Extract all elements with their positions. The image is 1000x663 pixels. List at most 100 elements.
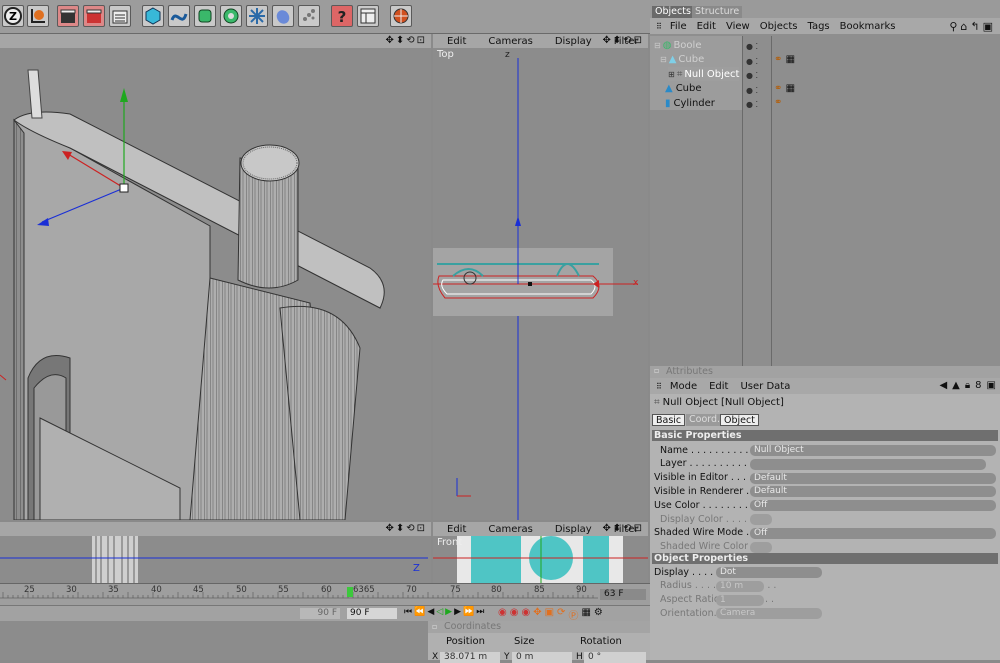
checker-tag-icon: ▦ (785, 83, 796, 94)
attributes-title: Attributes (666, 366, 713, 377)
viewport-menu-cameras[interactable]: Cameras (488, 524, 532, 535)
attr-value-field[interactable]: Null Object (750, 445, 996, 456)
viewport-menu-edit[interactable]: Edit (447, 36, 466, 47)
side-viewport[interactable]: Z (0, 536, 431, 583)
viewport-menu-display[interactable]: Display (555, 36, 592, 47)
menu-mode[interactable]: Mode (670, 381, 697, 392)
attr-value-field[interactable]: Dot (716, 567, 822, 578)
lock-icon[interactable]: 🔒︎ (965, 380, 970, 391)
help-icon[interactable]: ? (331, 5, 353, 27)
menu-edit[interactable]: Edit (709, 381, 728, 392)
object-row-cube-child[interactable]: ⊟ ▲ Cube (660, 52, 704, 66)
back-arrow-icon[interactable]: ◀ (939, 380, 947, 391)
tag-icons-cube[interactable]: ⚭ ▦ (774, 54, 795, 65)
size-y-field[interactable]: 0 m (512, 652, 572, 663)
panel-grip-icon: ▫ (432, 622, 438, 631)
attr-value-field[interactable]: Default (750, 486, 996, 498)
tab-object[interactable]: Object (720, 414, 759, 426)
viewport-nav-icons[interactable]: ✥⬍⟲⊡ (385, 523, 427, 534)
new-window-icon[interactable]: ▣ (983, 20, 996, 33)
axis-x-label: x (633, 278, 639, 288)
object-row-cylinder[interactable]: ▮ Cylinder (662, 96, 715, 110)
position-key-icon[interactable]: ✥ (533, 607, 541, 622)
menu-edit[interactable]: Edit (697, 21, 716, 32)
viewport-menu-display[interactable]: Display (555, 524, 592, 535)
go-start-icon[interactable]: ⏮ (404, 607, 412, 617)
menu-tags[interactable]: Tags (807, 21, 829, 32)
array-icon[interactable] (220, 5, 242, 27)
new-window-icon[interactable]: ▣ (987, 380, 996, 391)
tab-objects[interactable]: Objects (652, 6, 694, 18)
clapper-render-icon[interactable] (83, 5, 105, 27)
play-icon[interactable]: ▶ (445, 607, 452, 617)
tab-structure[interactable]: Structure (692, 6, 743, 18)
scene-icon[interactable] (272, 5, 294, 27)
globe-icon[interactable] (390, 5, 412, 27)
attr-value-field[interactable] (750, 458, 986, 470)
undo-z-icon[interactable]: Z (2, 5, 24, 27)
menu-bookmarks[interactable]: Bookmarks (840, 21, 896, 32)
tab-coord[interactable]: Coord. (686, 414, 724, 426)
timeline[interactable]: 25 30 35 40 45 50 55 60 6365 70 75 80 85 90 63 F (0, 583, 650, 605)
rotation-key-icon[interactable]: ⟳ (557, 607, 565, 622)
attr-value-field[interactable]: Off (750, 500, 996, 512)
grip-icon: ⠿ (656, 21, 662, 31)
prev-frame-icon[interactable]: ◀ (427, 607, 434, 617)
object-row-null-object[interactable]: ⊞ ⌗ Null Object (668, 67, 740, 81)
playback-controls: ⏮ ⏪ ◀ ◁ ▶ ▶ ⏩ ⏭ (404, 607, 484, 617)
back-icon[interactable]: ↰ (970, 20, 982, 33)
viewport-menu-edit[interactable]: Edit (447, 524, 466, 535)
render-settings-icon[interactable] (109, 5, 131, 27)
menu-view[interactable]: View (726, 21, 750, 32)
viewport-nav-icons[interactable]: ✥⬍⟲⊡ (602, 523, 644, 534)
go-end-icon[interactable]: ⏭ (476, 607, 484, 617)
menu-objects[interactable]: Objects (760, 21, 798, 32)
timeline-tick-label: 80 (491, 585, 502, 595)
play-backward-icon[interactable]: ◁ (436, 607, 443, 617)
position-x-field[interactable]: 38.071 m (440, 652, 500, 663)
viewport-label: Front (437, 537, 463, 548)
layout-icon[interactable] (357, 5, 379, 27)
rotation-h-field[interactable]: 0 ° (584, 652, 646, 663)
top-viewport[interactable]: Top z x (433, 48, 648, 520)
object-row-boole[interactable]: ⊟ ◍ Boole (654, 38, 701, 52)
clapper-icon[interactable] (57, 5, 79, 27)
menu-file[interactable]: File (670, 21, 687, 32)
nurbs-icon[interactable] (194, 5, 216, 27)
up-arrow-icon[interactable]: ▲ (952, 380, 960, 391)
deformer-icon[interactable] (246, 5, 268, 27)
grid-key-icon[interactable]: ▦ (581, 607, 590, 622)
tab-basic[interactable]: Basic (652, 414, 686, 426)
next-key-icon[interactable]: ⏩ (463, 607, 474, 617)
home-icon[interactable]: ⌂ (960, 20, 970, 33)
end-frame-left-field[interactable]: 90 F (300, 608, 340, 619)
autokey-icon[interactable]: ◉ (510, 607, 519, 622)
front-viewport[interactable]: Front (433, 536, 648, 583)
prev-key-icon[interactable]: ⏪ (414, 607, 425, 617)
keyframe-selection-icon[interactable]: ◉ (521, 607, 530, 622)
viewport-nav-icons[interactable]: ✥⬍⟲⊡ (602, 35, 644, 46)
record-icon[interactable]: ◉ (498, 607, 507, 622)
current-frame-field[interactable]: 63 F (600, 589, 646, 600)
timeline-settings-icon[interactable]: ⚙ (594, 607, 603, 622)
attr-value-field[interactable]: Default (750, 472, 996, 484)
spline-icon[interactable] (168, 5, 190, 27)
param-key-icon[interactable]: Ⓟ (568, 607, 578, 622)
tag-icons-cylinder[interactable]: ⚭ (774, 97, 782, 108)
search-icon[interactable]: ⚲ (949, 20, 960, 33)
particle-icon[interactable] (298, 5, 320, 27)
attr-value-field[interactable]: Off (750, 527, 996, 539)
tag-icons-cube2[interactable]: ⚭ ▦ (774, 83, 795, 94)
menu-user-data[interactable]: User Data (740, 381, 790, 392)
visibility-dots[interactable]: ● ⁚ ● ⁚ ● ⁚ ● ⁚ ● ⁚ (746, 40, 758, 113)
viewport-menu-cameras[interactable]: Cameras (488, 36, 532, 47)
end-frame-field[interactable]: 90 F (347, 608, 397, 619)
cube-icon[interactable] (142, 5, 164, 27)
scale-key-icon[interactable]: ▣ (545, 607, 554, 622)
svg-text:Z: Z (9, 10, 17, 23)
viewport-nav-icons[interactable]: ✥⬍⟲⊡ (385, 35, 427, 46)
object-row-cube[interactable]: ▲ Cube (662, 81, 702, 95)
axis-icon[interactable] (27, 5, 49, 27)
next-frame-icon[interactable]: ▶ (454, 607, 461, 617)
perspective-viewport[interactable] (0, 48, 431, 520)
